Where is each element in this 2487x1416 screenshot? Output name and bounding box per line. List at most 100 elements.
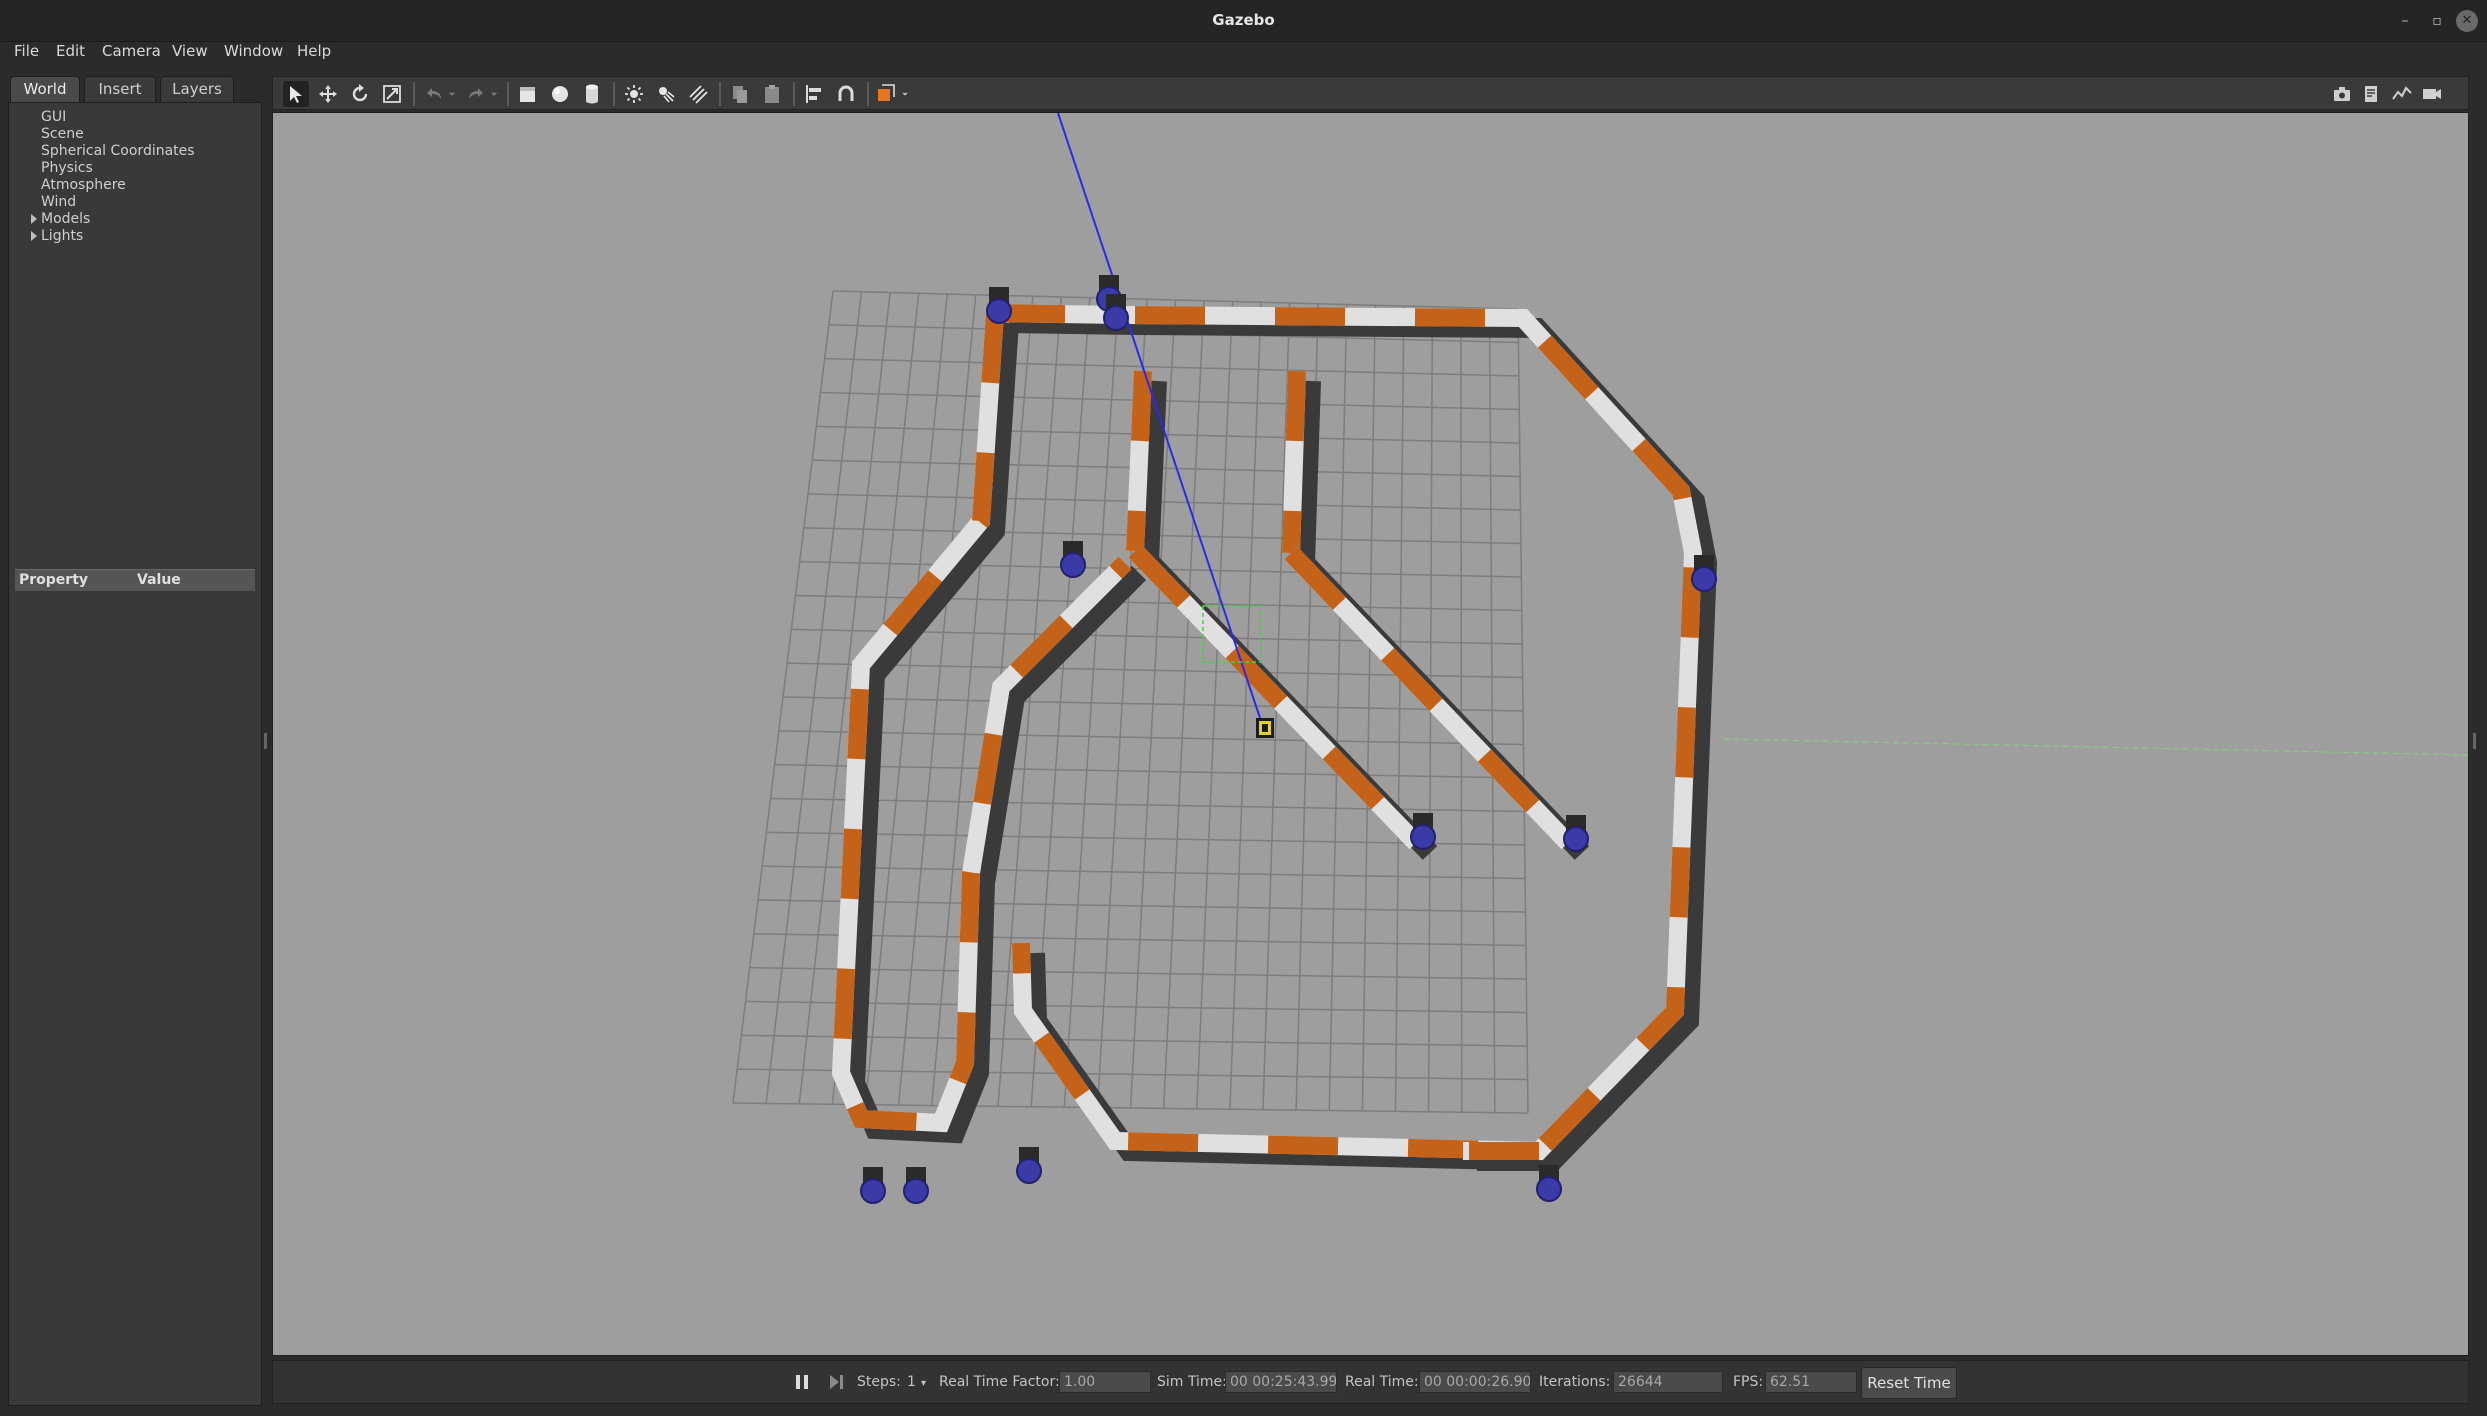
- wall-post[interactable]: [903, 1167, 929, 1204]
- real-time-factor-value: 1.00: [1059, 1371, 1151, 1393]
- select-mode-icon[interactable]: [283, 81, 309, 107]
- pause-icon[interactable]: [793, 1373, 811, 1391]
- redo-icon[interactable]: [463, 81, 489, 107]
- wall-segment-stripes[interactable]: [1128, 544, 1423, 850]
- iterations-label: Iterations:: [1539, 1374, 1611, 1390]
- left-panel: World Insert Layers GUI Scene Spherical …: [8, 74, 262, 1406]
- step-icon[interactable]: [827, 1373, 845, 1391]
- expand-arrow-icon[interactable]: [31, 214, 37, 224]
- toolbar-separator: [613, 82, 615, 106]
- wall-post[interactable]: [1691, 555, 1717, 592]
- scene-viewport[interactable]: [272, 112, 2469, 1356]
- iterations-value: 26644: [1613, 1371, 1723, 1393]
- spot-light-icon[interactable]: [653, 81, 679, 107]
- undo-dropdown-icon[interactable]: [445, 81, 459, 107]
- tab-world[interactable]: World: [10, 76, 80, 102]
- menu-edit[interactable]: Edit: [56, 42, 85, 60]
- menu-file[interactable]: File: [14, 42, 39, 60]
- menu-camera[interactable]: Camera: [102, 42, 161, 60]
- real-time-label: Real Time:: [1345, 1374, 1419, 1390]
- real-time-factor-label: Real Time Factor:: [939, 1374, 1060, 1390]
- world-tree: GUI Scene Spherical Coordinates Physics …: [8, 102, 262, 1406]
- toolbar-separator: [867, 82, 869, 106]
- panel-splitter-handle[interactable]: [264, 733, 267, 749]
- snap-icon[interactable]: [833, 81, 859, 107]
- minimize-icon[interactable]: –: [2394, 10, 2416, 32]
- tree-item-wind[interactable]: Wind: [41, 194, 76, 210]
- toolbar-separator: [719, 82, 721, 106]
- tree-item-physics[interactable]: Physics: [41, 160, 93, 176]
- wall-post[interactable]: [1016, 1147, 1042, 1184]
- tree-item-spherical-coordinates[interactable]: Spherical Coordinates: [41, 143, 195, 159]
- tab-insert[interactable]: Insert: [84, 76, 156, 102]
- record-video-icon[interactable]: [2419, 81, 2445, 107]
- laser-scan-line: [1057, 113, 1266, 734]
- real-time-value: 00 00:00:26.904: [1419, 1371, 1531, 1393]
- menu-view[interactable]: View: [172, 42, 208, 60]
- x-axis-line: [1722, 738, 2468, 756]
- sim-time-label: Sim Time:: [1157, 1374, 1227, 1390]
- robot-model[interactable]: [1256, 718, 1274, 738]
- scale-icon[interactable]: [379, 81, 405, 107]
- menu-window[interactable]: Window: [224, 42, 283, 60]
- undo-icon[interactable]: [421, 81, 447, 107]
- value-column-header: Value: [137, 572, 181, 588]
- wall-post[interactable]: [860, 1167, 886, 1204]
- point-light-icon[interactable]: [621, 81, 647, 107]
- tree-item-scene[interactable]: Scene: [41, 126, 84, 142]
- tree-item-models[interactable]: Models: [31, 211, 91, 227]
- toolbar-separator: [413, 82, 415, 106]
- tree-item-atmosphere[interactable]: Atmosphere: [41, 177, 126, 193]
- cylinder-icon[interactable]: [579, 81, 605, 107]
- steps-label: Steps:: [857, 1374, 901, 1390]
- wall-shadow[interactable]: [1295, 380, 1321, 564]
- menu-bar: File Edit Camera View Window Help: [0, 42, 2487, 62]
- tab-layers[interactable]: Layers: [160, 76, 234, 102]
- screenshot-icon[interactable]: [2329, 81, 2355, 107]
- translate-icon[interactable]: [315, 81, 341, 107]
- change-view-dropdown-icon[interactable]: [899, 81, 911, 107]
- menu-help[interactable]: Help: [297, 42, 331, 60]
- bottom-status-bar: Steps: 1 ▾ Real Time Factor: 1.00 Sim Ti…: [272, 1360, 2469, 1404]
- wall-post[interactable]: [986, 287, 1012, 324]
- fps-label: FPS:: [1733, 1374, 1764, 1390]
- wall-post[interactable]: [1410, 813, 1436, 850]
- rotate-icon[interactable]: [347, 81, 373, 107]
- property-column-header: Property: [19, 572, 89, 588]
- sphere-icon[interactable]: [547, 81, 573, 107]
- directional-light-icon[interactable]: [685, 81, 711, 107]
- steps-dropdown-icon[interactable]: ▾: [921, 1378, 926, 1389]
- paste-icon[interactable]: [759, 81, 785, 107]
- align-icon[interactable]: [801, 81, 827, 107]
- property-table-header: Property Value: [15, 569, 255, 591]
- close-icon[interactable]: ✕: [2456, 10, 2478, 32]
- tree-item-gui[interactable]: GUI: [41, 109, 66, 125]
- reset-time-button[interactable]: Reset Time: [1861, 1367, 1957, 1399]
- tree-item-models-label: Models: [41, 211, 91, 227]
- grid-line: [1460, 307, 1463, 1113]
- toolbar-separator: [507, 82, 509, 106]
- redo-dropdown-icon[interactable]: [487, 81, 501, 107]
- wall-post[interactable]: [1060, 541, 1086, 578]
- log-icon[interactable]: [2359, 81, 2385, 107]
- wall-post[interactable]: [1536, 1165, 1562, 1202]
- scene-render[interactable]: [273, 113, 2469, 1356]
- plot-icon[interactable]: [2389, 81, 2415, 107]
- fps-value: 62.51: [1765, 1371, 1857, 1393]
- change-view-icon[interactable]: [873, 81, 899, 107]
- copy-icon[interactable]: [727, 81, 753, 107]
- box-icon[interactable]: [515, 81, 541, 107]
- tree-item-lights[interactable]: Lights: [31, 228, 84, 244]
- title-bar: Gazebo – ▫ ✕: [0, 0, 2487, 42]
- tree-item-lights-label: Lights: [41, 228, 84, 244]
- right-splitter-handle[interactable]: [2473, 733, 2476, 749]
- toolbar: [272, 76, 2469, 110]
- maximize-icon[interactable]: ▫: [2426, 10, 2448, 32]
- sim-time-value: 00 00:25:43.990: [1225, 1371, 1337, 1393]
- toolbar-separator: [793, 82, 795, 106]
- steps-value[interactable]: 1: [907, 1374, 916, 1390]
- expand-arrow-icon[interactable]: [31, 231, 37, 241]
- wall-post[interactable]: [1103, 294, 1129, 331]
- wall-post[interactable]: [1563, 815, 1589, 852]
- window-title: Gazebo: [1212, 11, 1275, 29]
